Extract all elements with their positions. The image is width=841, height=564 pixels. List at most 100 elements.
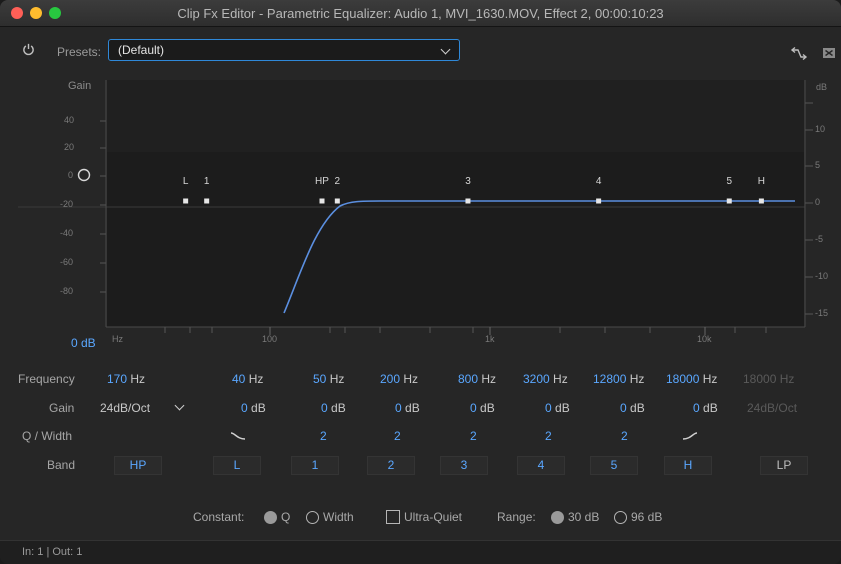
ultra-quiet-checkbox[interactable]: [386, 510, 400, 524]
frequency-row-label: Frequency: [18, 372, 75, 386]
gain-tick: 0: [68, 170, 74, 180]
range-tick: -10: [815, 271, 829, 281]
graph-upper-region: [107, 80, 804, 152]
band-toggle-3[interactable]: 3: [440, 456, 488, 475]
gain-row-label: Gain: [49, 401, 75, 415]
band-q-3[interactable]: 2: [470, 429, 477, 443]
range-tick: -5: [815, 234, 824, 244]
band-frequency-l[interactable]: 40 Hz: [232, 372, 263, 386]
band-q-2[interactable]: 2: [394, 429, 401, 443]
range-96db-label: 96 dB: [631, 510, 663, 524]
band-gain-value: 0: [321, 401, 328, 415]
range-30db-label: 30 dB: [568, 510, 600, 524]
band-handle-l[interactable]: [183, 198, 189, 204]
band-gain-unit: dB: [405, 401, 420, 415]
eq-graph[interactable]: L 1 HP 2 3 4 5 H: [0, 0, 841, 360]
band-gain-1[interactable]: 0 dB: [321, 401, 346, 415]
band-handle-hp[interactable]: [319, 198, 325, 204]
master-gain-value[interactable]: 0 dB: [71, 336, 96, 350]
frequency-tick: Hz: [112, 334, 123, 344]
band-frequency-5[interactable]: 12800 Hz: [593, 372, 644, 386]
io-status: In: 1 | Out: 1: [22, 546, 83, 558]
band-toggle-h[interactable]: H: [664, 456, 712, 475]
band-frequency-3[interactable]: 800 Hz: [458, 372, 496, 386]
range-30db-radio[interactable]: [551, 511, 564, 524]
band-frequency-value: 200: [380, 372, 401, 386]
constant-width-radio[interactable]: [306, 511, 319, 524]
ultra-quiet-label: Ultra-Quiet: [404, 510, 463, 524]
gain-axis-title: Gain: [68, 80, 92, 92]
band-frequency-unit: Hz: [329, 372, 345, 386]
band-frequency-unit: Hz: [481, 372, 497, 386]
band-gain-2[interactable]: 0 dB: [395, 401, 420, 415]
band-gain-3[interactable]: 0 dB: [470, 401, 495, 415]
clip-fx-editor-window: Clip Fx Editor - Parametric Equalizer: A…: [0, 0, 841, 564]
band-q-4[interactable]: 2: [545, 429, 552, 443]
band-frequency-unit: Hz: [553, 372, 568, 386]
high-shelf-icon[interactable]: [682, 431, 698, 441]
band-gain-4[interactable]: 0 dB: [545, 401, 570, 415]
range-tick: 5: [815, 160, 821, 170]
band-handle-label: L: [183, 176, 189, 187]
frequency-tick: 10k: [697, 334, 712, 344]
band-gain-unit: dB: [630, 401, 645, 415]
band-gain-h[interactable]: 0 dB: [693, 401, 718, 415]
band-handle-label: H: [758, 176, 765, 187]
band-frequency-h[interactable]: 18000 Hz: [666, 372, 717, 386]
band-handle-5[interactable]: [726, 198, 732, 204]
band-frequency-1[interactable]: 50 Hz: [313, 372, 344, 386]
band-handle-1[interactable]: [204, 198, 210, 204]
band-handle-label: 1: [204, 176, 210, 187]
band-gain-value: 0: [470, 401, 477, 415]
gain-tick: -60: [60, 257, 74, 267]
band-frequency-unit: Hz: [403, 372, 419, 386]
band-handle-label: 3: [465, 176, 471, 187]
chevron-down-icon[interactable]: [174, 400, 185, 411]
band-gain-value: 0: [545, 401, 552, 415]
band-gain-unit: dB: [251, 401, 266, 415]
hp-frequency-unit: Hz: [130, 372, 146, 386]
band-gain-unit: dB: [331, 401, 346, 415]
band-toggle-4[interactable]: 4: [517, 456, 565, 475]
constant-label: Constant:: [193, 510, 245, 524]
frequency-tick: 100: [262, 334, 278, 344]
band-frequency-unit: Hz: [702, 372, 718, 386]
band-toggle-lp[interactable]: LP: [760, 456, 808, 475]
hp-frequency-value: 170: [107, 372, 128, 386]
band-handle-3[interactable]: [465, 198, 471, 204]
low-shelf-icon[interactable]: [230, 431, 246, 441]
gain-tick: -80: [60, 286, 74, 296]
range-label: Range:: [497, 510, 536, 524]
band-handle-h[interactable]: [758, 198, 764, 204]
band-toggle-2[interactable]: 2: [367, 456, 415, 475]
band-handle-4[interactable]: [596, 198, 602, 204]
band-q-1[interactable]: 2: [320, 429, 327, 443]
gain-tick: 20: [64, 142, 75, 152]
band-frequency-value: 3200: [523, 372, 550, 386]
band-toggle-5[interactable]: 5: [590, 456, 638, 475]
status-bar: In: 1 | Out: 1: [0, 540, 841, 564]
band-handle-label: 2: [335, 176, 341, 187]
band-handle-label: 4: [596, 176, 602, 187]
band-handle-label: 5: [726, 176, 732, 187]
hp-frequency[interactable]: 170 Hz: [107, 372, 145, 386]
band-frequency-value: 800: [458, 372, 479, 386]
band-toggle-1[interactable]: 1: [291, 456, 339, 475]
hp-slope[interactable]: 24dB/Oct: [100, 401, 150, 415]
range-96db-radio[interactable]: [614, 511, 627, 524]
band-handle-label: HP: [315, 176, 329, 187]
band-gain-5[interactable]: 0 dB: [620, 401, 645, 415]
band-frequency-2[interactable]: 200 Hz: [380, 372, 418, 386]
band-frequency-4[interactable]: 3200 Hz: [523, 372, 568, 386]
band-toggle-l[interactable]: L: [213, 456, 261, 475]
gain-tick: -40: [60, 228, 74, 238]
frequency-tick: 1k: [485, 334, 495, 344]
band-frequency-value: 18000: [666, 372, 700, 386]
constant-q-radio[interactable]: [264, 511, 277, 524]
band-q-5[interactable]: 2: [621, 429, 628, 443]
band-handle-2[interactable]: [334, 198, 340, 204]
db-axis-title: dB: [816, 82, 828, 92]
master-gain-handle[interactable]: [77, 168, 91, 182]
band-toggle-hp[interactable]: HP: [114, 456, 162, 475]
band-gain-l[interactable]: 0 dB: [241, 401, 266, 415]
